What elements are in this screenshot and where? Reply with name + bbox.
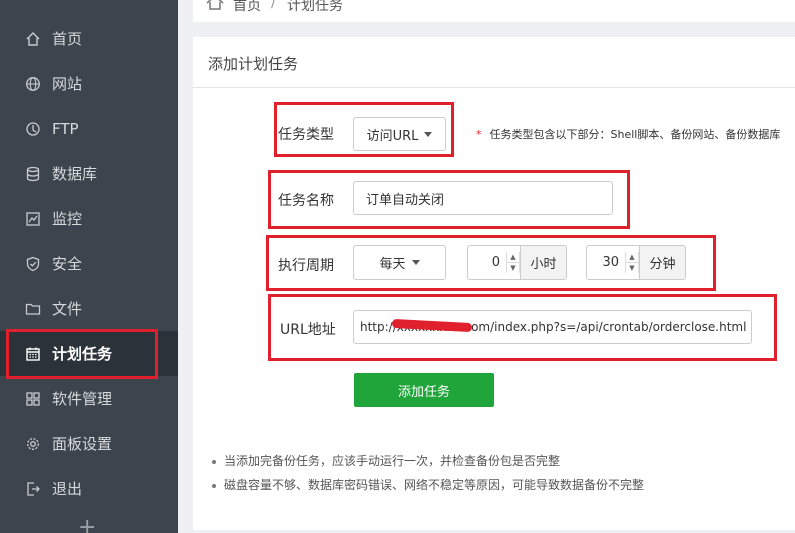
sidebar-item-label: 首页 [52,30,83,48]
sidebar-item-home[interactable]: 首页 [0,16,178,61]
sidebar-item-label: 监控 [52,210,83,228]
highlight-frame [266,235,716,291]
folder-icon [24,300,42,318]
add-icon[interactable]: + [78,517,96,533]
ftp-icon [24,120,42,138]
home-icon [24,30,42,48]
sidebar-item-label: 面板设置 [52,435,113,453]
globe-icon [24,75,42,93]
sidebar-item-security[interactable]: 安全 [0,241,178,286]
bullet-icon [212,459,216,464]
breadcrumb-separator: / [271,0,276,11]
sidebar-item-label: 数据库 [52,165,98,183]
sidebar-item-files[interactable]: 文件 [0,286,178,331]
shield-icon [24,255,42,273]
gear-icon [24,435,42,453]
required-star: * [476,128,482,141]
tip-item: 磁盘容量不够、数据库密码错误、网络不稳定等原因，可能导致数据备份不完整 [212,476,644,493]
breadcrumb-home[interactable]: 首页 [233,0,261,15]
sidebar-item-label: 软件管理 [52,390,113,408]
sidebar: 首页 网站 FTP 数据库 监控 安全 文件 计划任务 软件管理 面板设置 退出… [0,0,178,533]
add-task-button[interactable]: 添加任务 [354,373,494,407]
highlight-frame [268,170,630,229]
bullet-icon [212,483,216,488]
panel-title: 添加计划任务 [208,55,299,73]
sidebar-item-label: 文件 [52,300,83,318]
sidebar-item-logout[interactable]: 退出 [0,466,178,511]
sidebar-item-database[interactable]: 数据库 [0,151,178,196]
highlight-frame [268,294,777,361]
tip-item: 当添加完备份任务，应该手动运行一次，并检查备份包是否完整 [212,452,560,469]
task-type-hint: * 任务类型包含以下部分：Shell脚本、备份网站、备份数据库 [476,128,781,141]
highlight-frame [6,329,158,379]
sidebar-item-settings[interactable]: 面板设置 [0,421,178,466]
highlight-frame [274,102,454,157]
breadcrumb: 首页 / 计划任务 [193,0,795,22]
sidebar-item-label: 网站 [52,75,83,93]
breadcrumb-current: 计划任务 [287,0,343,14]
sidebar-item-software[interactable]: 软件管理 [0,376,178,421]
sidebar-item-monitor[interactable]: 监控 [0,196,178,241]
divider [193,87,795,88]
sidebar-item-label: 退出 [52,480,83,498]
monitor-icon [24,210,42,228]
home-icon[interactable] [205,0,225,14]
sidebar-item-label: 安全 [52,255,83,273]
sidebar-item-label: FTP [52,119,79,138]
sidebar-item-website[interactable]: 网站 [0,61,178,106]
sidebar-item-ftp[interactable]: FTP [0,106,178,151]
logout-icon [24,480,42,498]
database-icon [24,165,42,183]
apps-icon [24,390,42,408]
